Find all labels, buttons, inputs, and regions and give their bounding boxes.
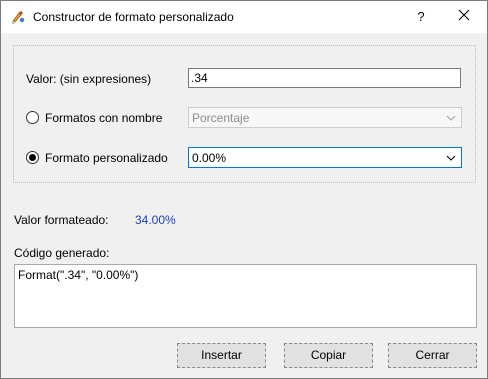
insert-button[interactable]: Insertar bbox=[177, 343, 266, 368]
format-builder-dialog: Constructor de formato personalizado ? V… bbox=[0, 0, 488, 379]
chevron-down-icon bbox=[445, 112, 457, 124]
formatted-value: 34.00% bbox=[135, 213, 176, 227]
title-bar: Constructor de formato personalizado ? bbox=[1, 1, 487, 33]
help-button[interactable]: ? bbox=[404, 1, 438, 32]
brush-palette-icon bbox=[10, 9, 26, 25]
named-formats-label: Formatos con nombre bbox=[45, 111, 163, 125]
generated-code-textarea[interactable]: Format(".34", "0.00%") bbox=[14, 264, 477, 328]
close-button[interactable]: Cerrar bbox=[388, 343, 477, 368]
close-icon bbox=[458, 9, 470, 24]
value-input[interactable]: .34 bbox=[188, 68, 461, 88]
named-formats-selected-value: Porcentaje bbox=[192, 111, 250, 125]
custom-format-combo[interactable]: 0.00% bbox=[188, 147, 462, 168]
copy-button[interactable]: Copiar bbox=[284, 343, 373, 368]
generated-code-label: Código generado: bbox=[14, 246, 110, 260]
formatted-value-label: Valor formateado: bbox=[14, 213, 109, 227]
close-window-button[interactable] bbox=[441, 1, 487, 32]
chevron-down-icon[interactable] bbox=[445, 152, 457, 164]
custom-format-label: Formato personalizado bbox=[45, 151, 168, 165]
window-title: Constructor de formato personalizado bbox=[33, 10, 234, 24]
custom-format-value: 0.00% bbox=[192, 151, 227, 165]
value-label: Valor: (sin expresiones) bbox=[26, 72, 152, 86]
named-formats-radio[interactable] bbox=[26, 111, 39, 124]
named-formats-select[interactable]: Porcentaje bbox=[188, 107, 462, 128]
custom-format-radio[interactable] bbox=[26, 151, 39, 164]
